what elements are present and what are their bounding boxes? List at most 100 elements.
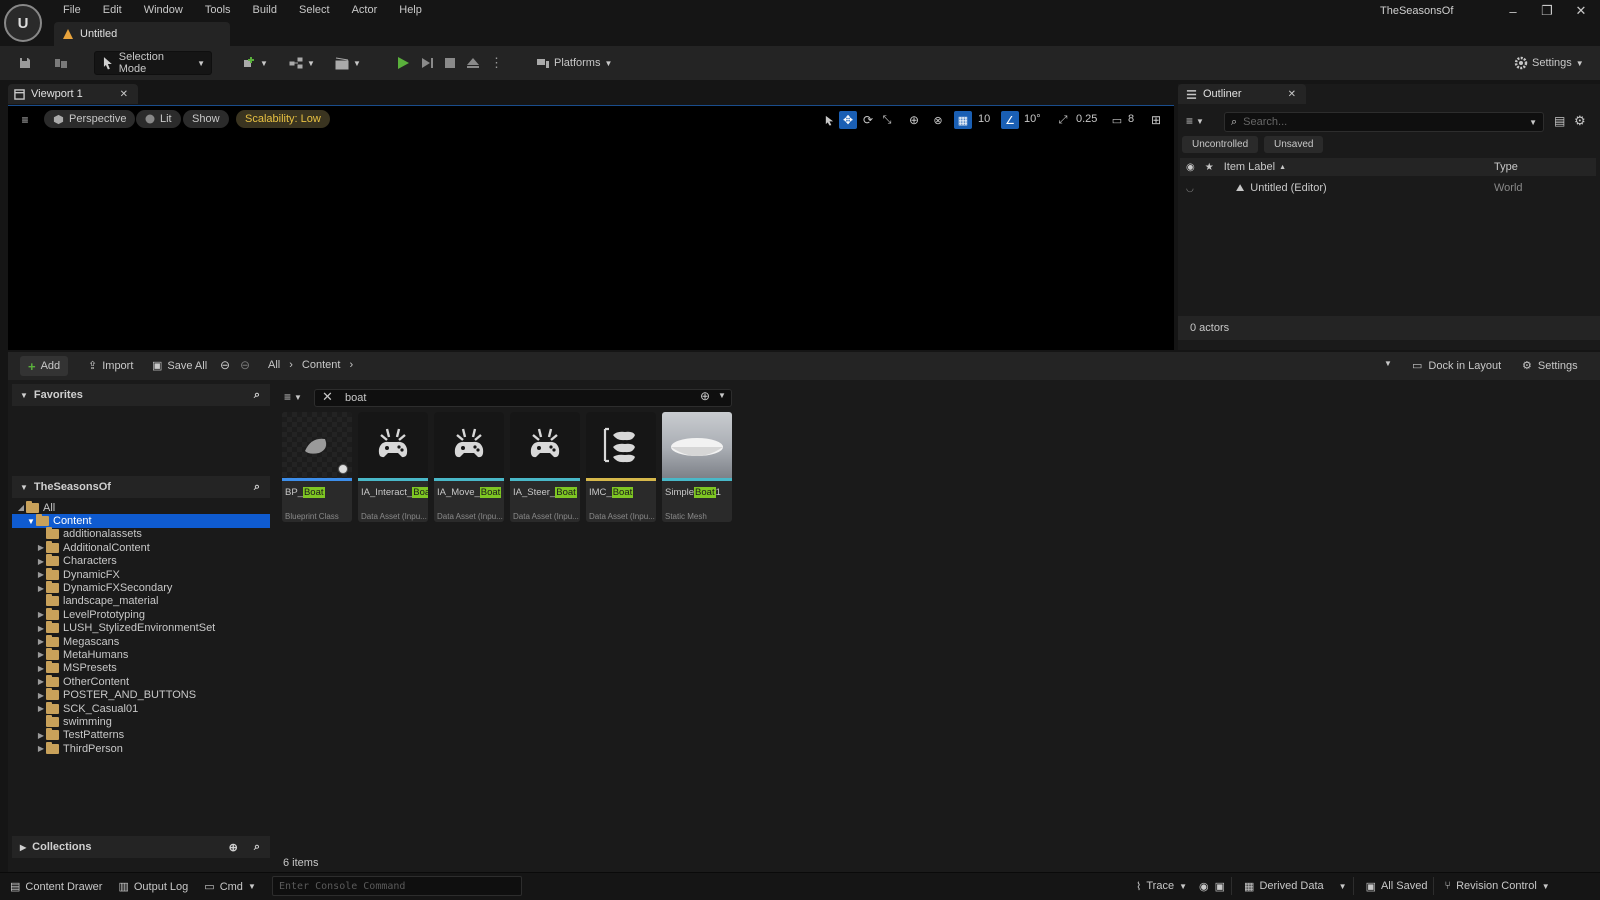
forward-arrow-icon[interactable]: ⊖ (240, 358, 250, 372)
add-folder-icon[interactable]: ▤ (1554, 114, 1565, 128)
chevron-down-icon[interactable]: ▼ (718, 391, 726, 400)
hamburger-menu-icon[interactable]: ≡ (16, 111, 34, 129)
tree-row-folder[interactable]: ▶ Megascans (12, 634, 270, 648)
platforms-dropdown[interactable]: Platforms ▼ (530, 51, 618, 75)
chevron-right-icon[interactable]: ▶ (36, 664, 46, 673)
level-viewport[interactable] (8, 105, 1174, 350)
play-icon[interactable] (390, 51, 416, 75)
tree-row-folder[interactable]: ▶ LUSH_StylizedEnvironmentSet (12, 621, 270, 635)
content-drawer-button[interactable]: ▤ Content Drawer (4, 873, 108, 900)
world-space-icon[interactable]: ⊕ (905, 111, 923, 129)
tree-row-folder[interactable]: swimming (12, 714, 270, 728)
tree-row-folder[interactable]: ▶ DynamicFX (12, 567, 270, 581)
outliner-row[interactable]: ◡ ⛰ Untitled (Editor) World (1180, 180, 1596, 196)
type-column[interactable]: Type (1494, 161, 1518, 173)
asset-tile[interactable]: IA_Interact_Boat Data Asset (Inpu... (358, 412, 428, 522)
chevron-right-icon[interactable]: ▶ (36, 624, 46, 633)
viewport-layout-icon[interactable]: ⊞ (1147, 111, 1165, 129)
item-label-column[interactable]: Item Label (1224, 161, 1275, 173)
grid-snap-icon[interactable]: ▦ (954, 111, 972, 129)
rotate-tool-icon[interactable]: ⟳ (859, 111, 877, 129)
menu-build[interactable]: Build (242, 1, 288, 19)
chevron-right-icon[interactable]: ▶ (36, 691, 46, 700)
blueprint-button[interactable]: ▼ (283, 51, 321, 75)
tree-row-folder[interactable]: ▶ POSTER_AND_BUTTONS (12, 688, 270, 701)
derived-data-dropdown[interactable]: ▦ Derived Data ▼ (1238, 872, 1353, 900)
restore-icon[interactable]: ❐ (1532, 2, 1562, 20)
project-header[interactable]: ▼ TheSeasonsOf ⌕ (12, 476, 270, 498)
menu-file[interactable]: File (52, 1, 92, 19)
all-saved-button[interactable]: ▣ All Saved (1360, 872, 1434, 900)
minimize-icon[interactable]: – (1498, 2, 1528, 20)
save-search-icon[interactable]: ⊕ (700, 389, 710, 403)
breadcrumb-all[interactable]: All (268, 359, 280, 371)
tree-row-folder[interactable]: ▶ Characters (12, 554, 270, 568)
close-icon[interactable]: ✕ (120, 89, 128, 100)
filter-dropdown[interactable]: ≡ ▼ (1186, 114, 1204, 128)
tree-row-folder[interactable]: ▶ TestPatterns (12, 728, 270, 742)
chevron-right-icon[interactable]: ▶ (36, 731, 46, 740)
scalability-badge[interactable]: Scalability: Low (236, 110, 330, 128)
scale-snap-value[interactable]: 0.25 (1076, 113, 1097, 125)
asset-tile[interactable]: IMC_Boat Data Asset (Inpu... (586, 412, 656, 522)
collections-header[interactable]: ▶ Collections ⊕ ⌕ (12, 836, 270, 858)
content-settings-button[interactable]: ⚙ Settings (1522, 359, 1578, 373)
tree-row-folder[interactable]: ▶ OtherContent (12, 674, 270, 688)
visibility-eye-icon[interactable]: ◡ (1186, 183, 1194, 194)
perspective-button[interactable]: Perspective (44, 110, 136, 128)
outliner-tab[interactable]: Outliner ✕ (1178, 84, 1306, 104)
trace-dropdown[interactable]: ⌇ Trace ▼ (1130, 872, 1193, 900)
cinematics-button[interactable]: ▼ (329, 51, 367, 75)
selection-mode-dropdown[interactable]: Selection Mode ▼ (94, 51, 212, 75)
star-icon[interactable]: ★ (1205, 162, 1214, 173)
translate-tool-icon[interactable]: ✥ (839, 111, 857, 129)
lit-button[interactable]: Lit (136, 110, 181, 128)
back-arrow-icon[interactable]: ⊖ (220, 358, 230, 372)
chevron-right-icon[interactable]: ▶ (36, 637, 46, 646)
menu-actor[interactable]: Actor (341, 1, 389, 19)
tree-row-folder[interactable]: additionalassets (12, 527, 270, 541)
tree-row-content[interactable]: ▼ Content (12, 514, 270, 528)
surface-snap-icon[interactable]: ⊗ (929, 111, 947, 129)
chevron-right-icon[interactable]: ▶ (36, 650, 46, 659)
menu-tools[interactable]: Tools (194, 1, 242, 19)
asset-tile[interactable]: BP_Boat Blueprint Class (282, 412, 352, 522)
show-button[interactable]: Show (183, 110, 229, 128)
add-collection-icon[interactable]: ⊕ (229, 841, 238, 854)
uncontrolled-chip[interactable]: Uncontrolled (1182, 136, 1259, 153)
favorites-header[interactable]: ▼ Favorites ⌕ (12, 384, 270, 406)
eject-icon[interactable] (460, 51, 486, 75)
menu-edit[interactable]: Edit (92, 1, 133, 19)
breadcrumb-content[interactable]: Content (302, 359, 341, 371)
rotation-snap-value[interactable]: 10° (1024, 113, 1041, 125)
unreal-logo-icon[interactable]: U (4, 4, 42, 42)
more-options-icon[interactable]: ⋮ (484, 51, 509, 75)
rotation-snap-icon[interactable]: ∠ (1001, 111, 1019, 129)
outliner-search-input[interactable]: ⌕ Search... ▼ (1224, 112, 1544, 132)
dock-in-layout-button[interactable]: ▭ Dock in Layout (1412, 359, 1501, 373)
chevron-right-icon[interactable]: ▶ (36, 677, 46, 686)
cmd-dropdown[interactable]: ▭ Cmd ▼ (198, 873, 262, 900)
menu-help[interactable]: Help (388, 1, 433, 19)
tree-row-folder[interactable]: ▶ MetaHumans (12, 647, 270, 661)
chevron-right-icon[interactable]: ▶ (36, 584, 46, 593)
save-all-button[interactable]: ▣ Save All (152, 359, 207, 373)
revision-control-dropdown[interactable]: ⑂ Revision Control ▼ (1438, 872, 1555, 900)
add-actor-button[interactable]: ▼ (236, 51, 274, 75)
viewport-tab[interactable]: Viewport 1 ✕ (8, 84, 138, 104)
chevron-right-icon[interactable]: ▶ (36, 570, 46, 579)
chevron-right-icon[interactable]: ▶ (36, 744, 46, 753)
save-icon[interactable] (12, 51, 38, 75)
tree-row-folder[interactable]: ▶ AdditionalContent (12, 540, 270, 554)
scale-tool-icon[interactable]: ⤡ (878, 111, 896, 129)
close-window-icon[interactable]: ✕ (1566, 2, 1596, 20)
select-tool-icon[interactable] (820, 111, 838, 129)
grid-snap-value[interactable]: 10 (978, 113, 990, 125)
record-icon[interactable]: ◉ (1193, 872, 1215, 900)
menu-select[interactable]: Select (288, 1, 341, 19)
console-command-input[interactable]: Enter Console Command (272, 876, 522, 896)
tree-row-folder[interactable]: ▶ SCK_Casual01 (12, 701, 270, 715)
settings-dropdown[interactable]: Settings ▼ (1508, 51, 1590, 75)
close-icon[interactable]: ✕ (1288, 89, 1296, 100)
screenshot-icon[interactable]: ▣ (1215, 872, 1231, 900)
